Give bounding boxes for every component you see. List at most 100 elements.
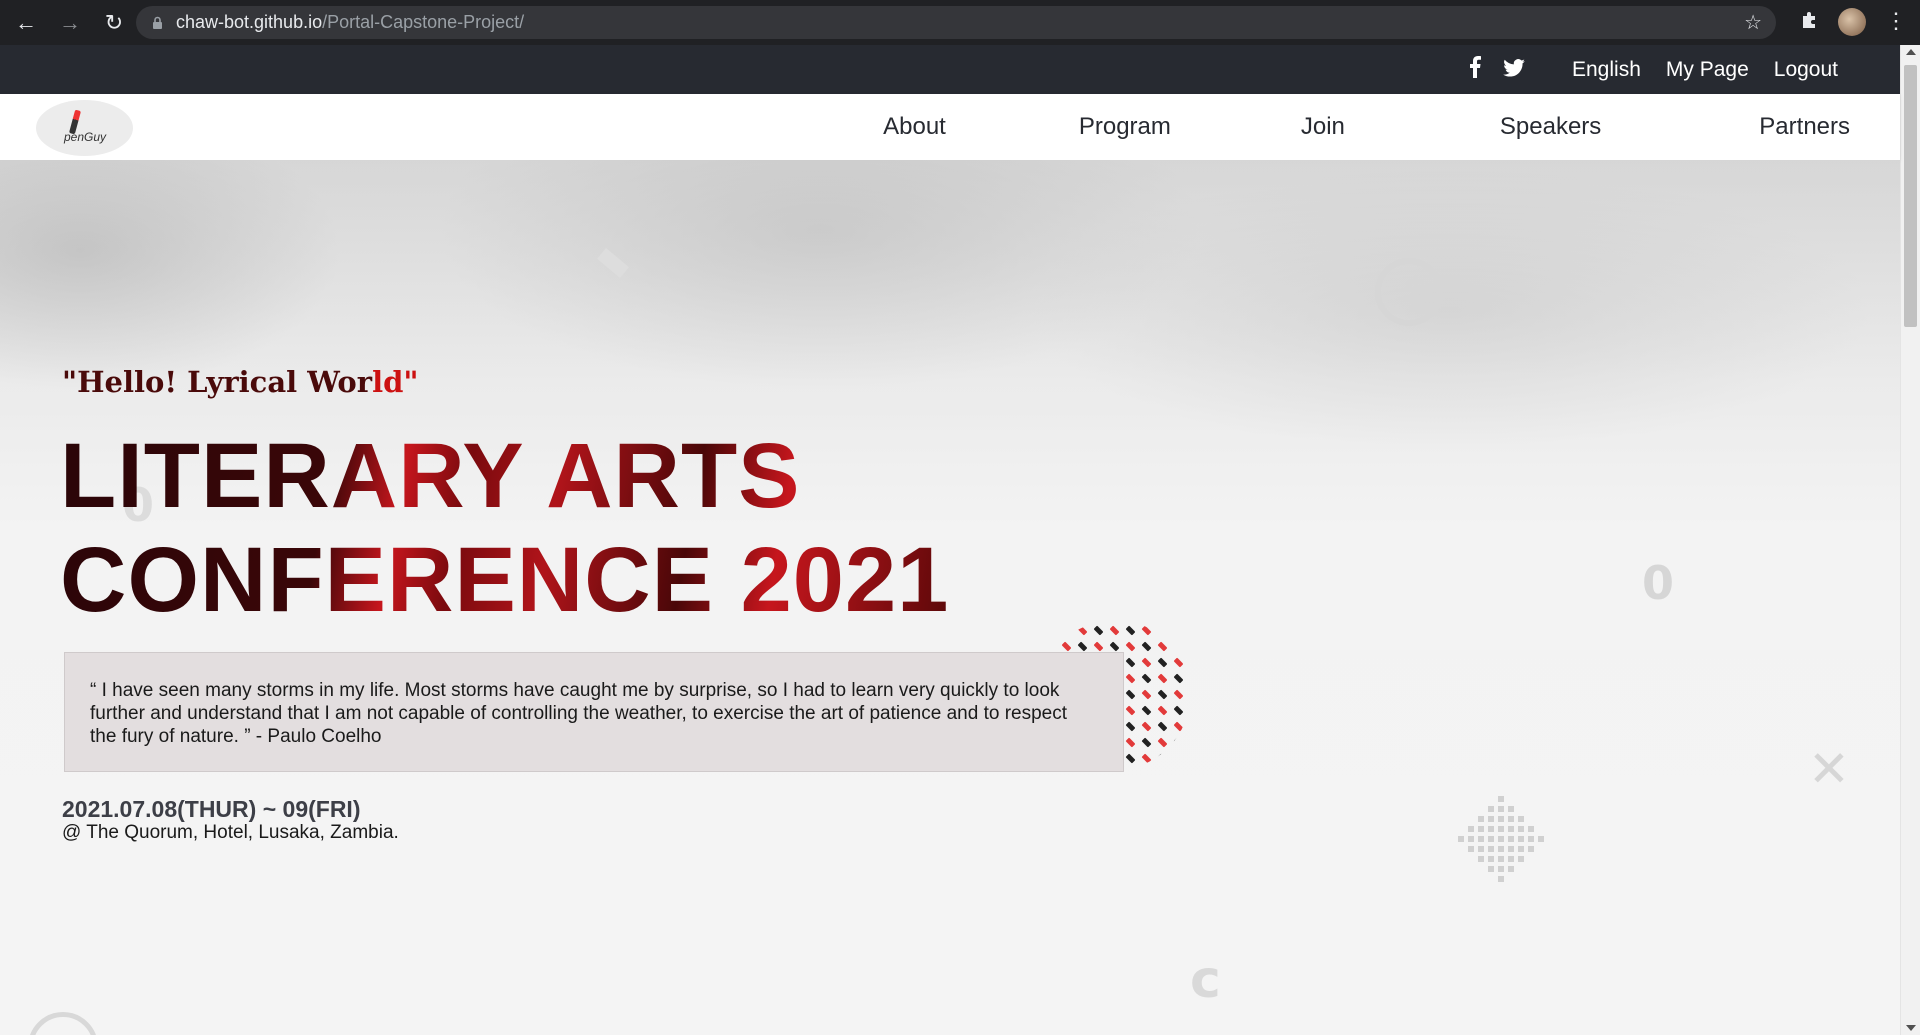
decorative-dot bbox=[1488, 816, 1494, 822]
decorative-dot bbox=[1538, 836, 1544, 842]
decorative-dot bbox=[1478, 826, 1484, 832]
decorative-dash bbox=[1093, 625, 1104, 636]
top-utility-bar: English My Page Logout bbox=[0, 45, 1900, 94]
decorative-dash bbox=[1157, 753, 1168, 764]
dollar-coin-icon: $ bbox=[1375, 258, 1443, 326]
decorative-dot bbox=[1508, 866, 1514, 872]
decorative-dash bbox=[1125, 689, 1136, 700]
my-page-link[interactable]: My Page bbox=[1666, 58, 1749, 82]
hero-section: $ 0 0 c ✕ "Hello! Lyrical World" LITERAR… bbox=[0, 160, 1900, 1035]
decorative-dash bbox=[1173, 753, 1184, 764]
scroll-down-arrow-icon[interactable] bbox=[1906, 1025, 1916, 1031]
decorative-zero-glyph: 0 bbox=[1642, 556, 1675, 610]
address-bar[interactable]: chaw-bot.github.io/Portal-Capstone-Proje… bbox=[136, 6, 1776, 39]
decorative-dash bbox=[1141, 737, 1152, 748]
decorative-dash bbox=[1125, 625, 1136, 636]
decorative-dash bbox=[1141, 705, 1152, 716]
decorative-dot bbox=[1518, 846, 1524, 852]
decorative-dash bbox=[1157, 657, 1168, 668]
nav-partners[interactable]: Partners bbox=[1759, 113, 1850, 141]
decorative-dash bbox=[1125, 705, 1136, 716]
decorative-dot bbox=[1498, 806, 1504, 812]
decorative-dot bbox=[1508, 826, 1514, 832]
decorative-dash bbox=[1061, 625, 1072, 636]
decorative-dash bbox=[1141, 753, 1152, 764]
quote-box: “ I have seen many storms in my life. Mo… bbox=[64, 652, 1124, 772]
decorative-dot bbox=[1488, 836, 1494, 842]
decorative-dot bbox=[1508, 846, 1514, 852]
decorative-dash bbox=[1157, 641, 1168, 652]
url-text: chaw-bot.github.io/Portal-Capstone-Proje… bbox=[176, 12, 524, 33]
logout-link[interactable]: Logout bbox=[1774, 58, 1838, 82]
hero-subtitle: "Hello! Lyrical World" bbox=[62, 365, 418, 399]
reload-icon[interactable]: ↻ bbox=[96, 5, 132, 41]
hero-title-line2: CONFERENCE 2021 bbox=[60, 529, 950, 631]
decorative-dash bbox=[1173, 625, 1184, 636]
forward-icon[interactable]: → bbox=[52, 5, 88, 41]
site-logo[interactable]: penGuy bbox=[36, 100, 133, 156]
decorative-dot bbox=[1528, 826, 1534, 832]
facebook-icon[interactable] bbox=[1469, 55, 1481, 84]
decorative-circle bbox=[28, 1012, 98, 1035]
decorative-dash bbox=[1157, 705, 1168, 716]
twitter-icon[interactable] bbox=[1503, 57, 1525, 83]
back-icon[interactable]: ← bbox=[8, 5, 44, 41]
decorative-cross-icon: ✕ bbox=[1808, 740, 1850, 798]
quote-text: “ I have seen many storms in my life. Mo… bbox=[90, 680, 1067, 747]
event-date: 2021.07.08(THUR) ~ 09(FRI) bbox=[62, 796, 361, 822]
decorative-dot bbox=[1518, 816, 1524, 822]
decorative-dash bbox=[1109, 641, 1120, 652]
decorative-dash bbox=[1173, 641, 1184, 652]
nav-program[interactable]: Program bbox=[1079, 113, 1171, 141]
decorative-dash bbox=[1125, 673, 1136, 684]
decorative-dot bbox=[1508, 816, 1514, 822]
decorative-dash bbox=[1173, 737, 1184, 748]
scroll-up-arrow-icon[interactable] bbox=[1906, 49, 1916, 55]
scroll-thumb[interactable] bbox=[1904, 65, 1917, 327]
decorative-dot bbox=[1518, 836, 1524, 842]
decorative-dot bbox=[1458, 836, 1464, 842]
decorative-dot bbox=[1478, 846, 1484, 852]
kebab-menu-icon[interactable]: ⋮ bbox=[1885, 8, 1907, 34]
decorative-dot bbox=[1528, 846, 1534, 852]
decorative-dash bbox=[1077, 641, 1088, 652]
decorative-dash bbox=[1173, 721, 1184, 732]
decorative-dash bbox=[1125, 721, 1136, 732]
decorative-dot bbox=[1488, 826, 1494, 832]
decorative-dot bbox=[1518, 856, 1524, 862]
language-link[interactable]: English bbox=[1572, 58, 1641, 82]
decorative-dash bbox=[1157, 689, 1168, 700]
decorative-dot bbox=[1478, 856, 1484, 862]
decorative-dash bbox=[1125, 657, 1136, 668]
decorative-dot bbox=[1498, 856, 1504, 862]
logo-text: penGuy bbox=[64, 130, 107, 144]
url-host: chaw-bot.github.io bbox=[176, 12, 323, 32]
extensions-puzzle-icon[interactable] bbox=[1800, 10, 1820, 36]
hero-background-photo bbox=[0, 160, 1900, 380]
profile-avatar[interactable] bbox=[1838, 8, 1866, 36]
decorative-dash bbox=[1173, 673, 1184, 684]
bookmark-star-icon[interactable]: ☆ bbox=[1744, 10, 1762, 35]
decorative-dash bbox=[1141, 673, 1152, 684]
decorative-dash bbox=[1125, 737, 1136, 748]
decorative-dash bbox=[1125, 641, 1136, 652]
decorative-dot-diamond bbox=[1448, 786, 1552, 890]
nav-about[interactable]: About bbox=[883, 113, 946, 141]
browser-toolbar: ← → ↻ chaw-bot.github.io/Portal-Capstone… bbox=[0, 0, 1920, 45]
decorative-dash bbox=[1045, 625, 1056, 636]
decorative-dot bbox=[1468, 846, 1474, 852]
decorative-dot bbox=[1508, 836, 1514, 842]
url-path: /Portal-Capstone-Project/ bbox=[322, 12, 525, 32]
decorative-dash bbox=[1141, 625, 1152, 636]
nav-join[interactable]: Join bbox=[1301, 113, 1345, 141]
decorative-dash bbox=[1061, 641, 1072, 652]
page-scrollbar[interactable] bbox=[1900, 45, 1920, 1035]
decorative-dash bbox=[1141, 721, 1152, 732]
decorative-dash bbox=[1157, 737, 1168, 748]
decorative-dash bbox=[1093, 641, 1104, 652]
decorative-dot bbox=[1478, 816, 1484, 822]
decorative-dash bbox=[1125, 753, 1136, 764]
decorative-dash bbox=[1045, 641, 1056, 652]
decorative-dot bbox=[1468, 836, 1474, 842]
nav-speakers[interactable]: Speakers bbox=[1500, 113, 1601, 141]
